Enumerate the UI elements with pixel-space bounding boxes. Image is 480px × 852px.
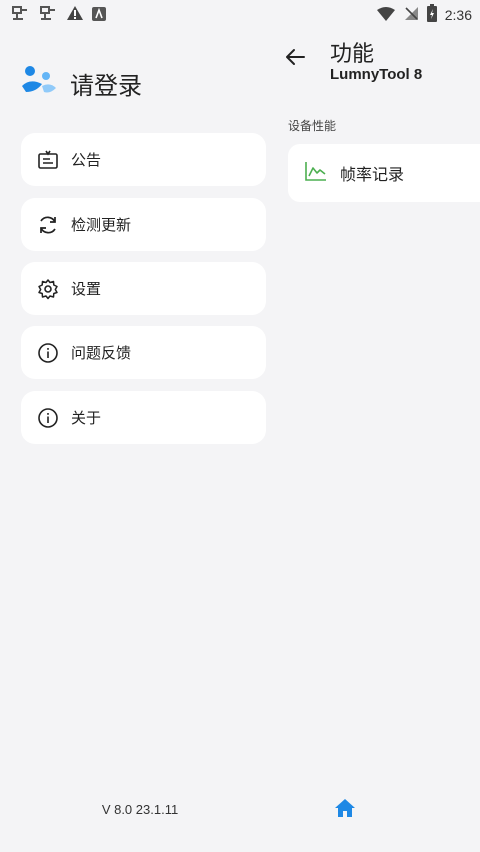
menu-item-label: 公告: [71, 151, 102, 169]
profile-header[interactable]: 请登录: [20, 64, 142, 102]
battery-charging-icon: [426, 4, 437, 26]
page-title: 功能: [330, 42, 375, 67]
back-arrow-icon[interactable]: [284, 46, 306, 72]
info-icon: [37, 342, 59, 364]
page-subtitle: LumnyTool 8: [330, 66, 423, 83]
menu-item-check-update[interactable]: 检测更新: [21, 198, 266, 251]
menu-item-feedback[interactable]: 问题反馈: [21, 326, 266, 379]
bug-icon: [38, 4, 58, 26]
status-time: 2:36: [444, 7, 472, 23]
menu-item-label: 检测更新: [71, 216, 132, 234]
feature-label: 帧率记录: [340, 165, 405, 184]
menu-item-label: 关于: [71, 409, 102, 427]
login-prompt[interactable]: 请登录: [70, 66, 142, 101]
chart-line-icon: [304, 160, 328, 186]
menu-item-label: 设置: [71, 280, 102, 298]
menu-item-settings[interactable]: 设置: [21, 262, 266, 315]
functions-panel: 功能 LumnyTool 8 设备性能 帧率记录: [270, 28, 480, 852]
app-version: V 8.0 23.1.11: [101, 802, 179, 817]
announcement-icon: [37, 149, 59, 171]
wifi-icon: [376, 6, 395, 25]
status-bar: 2:36: [0, 0, 480, 28]
menu-item-about[interactable]: 关于: [21, 391, 266, 444]
warning-icon: [66, 5, 84, 25]
no-signal-icon: [403, 5, 419, 25]
android-icon: [92, 6, 106, 25]
home-icon[interactable]: [334, 798, 356, 822]
menu-item-announcement[interactable]: 公告: [21, 133, 266, 186]
menu-item-label: 问题反馈: [71, 344, 132, 362]
bug-icon: [10, 4, 30, 26]
info-icon: [37, 407, 59, 429]
app-logo-icon: [20, 64, 58, 102]
feature-frame-rate-record[interactable]: 帧率记录: [288, 144, 480, 202]
section-label: 设备性能: [288, 119, 337, 133]
refresh-icon: [37, 214, 59, 236]
gear-icon: [37, 278, 59, 300]
navigation-drawer: 请登录 公告 检测更新 设置 问题反馈 关于 V 8.0 23.1.11: [0, 28, 284, 852]
